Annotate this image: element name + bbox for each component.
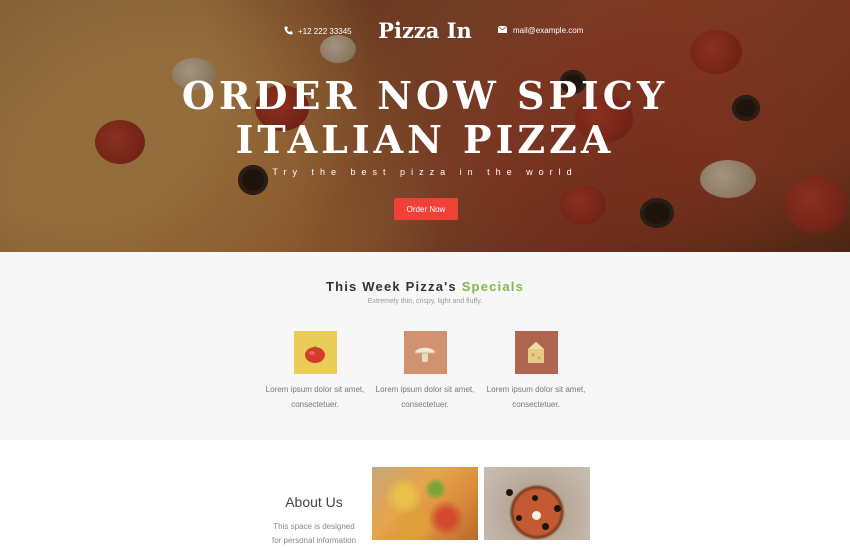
pizza-photo — [372, 467, 478, 540]
about-section: About Us This space is designed for pers… — [0, 440, 850, 545]
pizza-photo — [484, 467, 590, 540]
top-bar: +12 222 33345 Pizza In mail@example.com — [0, 18, 850, 46]
headline-line-1: ORDER NOW SPICY — [181, 73, 669, 118]
special-text-line: consectetuer. — [291, 400, 339, 409]
olive-dot — [554, 505, 561, 512]
site-logo[interactable]: Pizza In — [0, 18, 850, 43]
special-text-line: consectetuer. — [512, 400, 560, 409]
about-text: This space is designed for personal info… — [268, 520, 360, 548]
mail-icon — [497, 25, 508, 35]
olive-dot — [506, 489, 513, 496]
email-contact[interactable]: mail@example.com — [497, 25, 584, 35]
specials-title: This Week Pizza's Specials — [0, 279, 850, 294]
about-text-line: This space is designed — [273, 522, 355, 531]
special-text-line: Lorem ipsum dolor sit amet, — [486, 385, 586, 394]
email-address: mail@example.com — [513, 26, 584, 35]
specials-title-highlight: Specials — [461, 279, 525, 294]
hero-headline: ORDER NOW SPICY ITALIAN PIZZA — [0, 74, 850, 162]
order-now-button[interactable]: Order Now — [394, 198, 458, 220]
hero-section: +12 222 33345 Pizza In mail@example.com … — [0, 0, 850, 252]
specials-title-prefix: This Week Pizza's — [325, 279, 457, 294]
special-text: Lorem ipsum dolor sit amet, consectetuer… — [260, 382, 370, 412]
specials-section: This Week Pizza's Specials Extremely thi… — [0, 252, 850, 440]
mushroom-icon — [403, 331, 447, 374]
special-card: Lorem ipsum dolor sit amet, consectetuer… — [370, 331, 480, 412]
olive-dot — [516, 515, 522, 521]
specials-subtitle: Extremely thin, crispy, light and fluffy… — [367, 298, 483, 305]
cheese-icon — [514, 331, 558, 374]
about-text-line: for personal information — [271, 536, 357, 545]
special-text: Lorem ipsum dolor sit amet, consectetuer… — [481, 382, 591, 412]
special-card: Lorem ipsum dolor sit amet, consectetuer… — [481, 331, 591, 412]
special-text: Lorem ipsum dolor sit amet, consectetuer… — [370, 382, 480, 412]
olive-dot — [542, 523, 549, 530]
tomato-icon — [293, 331, 337, 374]
special-text-line: Lorem ipsum dolor sit amet, — [265, 385, 365, 394]
olive-dot — [532, 495, 538, 501]
about-title: About Us — [285, 494, 343, 510]
hero-content: +12 222 33345 Pizza In mail@example.com … — [0, 0, 850, 252]
special-text-line: consectetuer. — [401, 400, 449, 409]
headline-line-2: ITALIAN PIZZA — [235, 117, 615, 162]
special-card: Lorem ipsum dolor sit amet, consectetuer… — [260, 331, 370, 412]
hero-tagline: Try the best pizza in the world — [272, 167, 578, 177]
cheese-dot — [532, 511, 541, 520]
special-text-line: Lorem ipsum dolor sit amet, — [375, 385, 475, 394]
